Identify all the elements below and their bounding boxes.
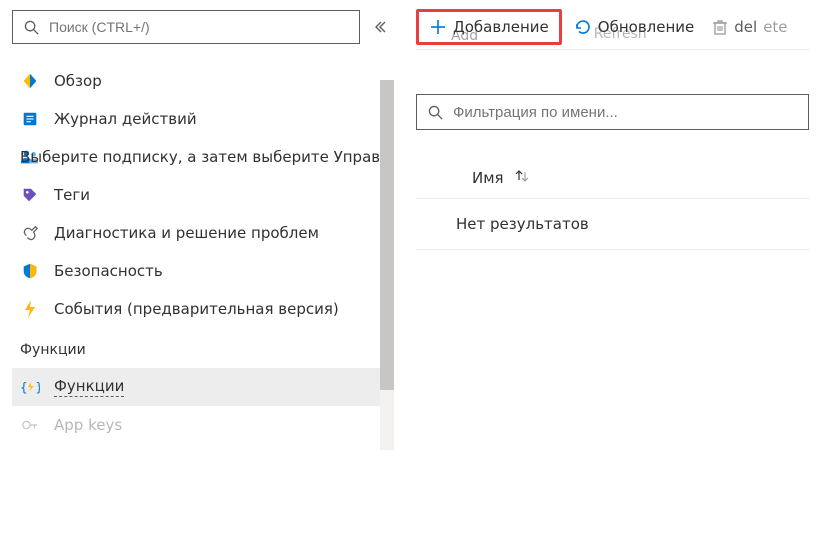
delete-ghost-left: del bbox=[734, 18, 757, 36]
events-icon bbox=[20, 299, 40, 319]
sidebar-item-events[interactable]: События (предварительная версия) bbox=[12, 290, 392, 328]
app-keys-icon bbox=[20, 415, 40, 435]
add-button[interactable]: Добавление Add bbox=[416, 9, 562, 45]
sidebar-item-overview[interactable]: Обзор bbox=[12, 62, 392, 100]
sidebar-item-app-keys[interactable]: App keys bbox=[12, 406, 392, 444]
sidebar-item-functions[interactable]: { } Функции bbox=[12, 368, 392, 406]
sidebar-search[interactable] bbox=[12, 10, 360, 44]
shield-icon bbox=[20, 261, 40, 281]
sidebar-item-iam[interactable]: Выберите подписку, а затем выберите Упра… bbox=[12, 138, 392, 176]
results-table-header: Имя bbox=[416, 158, 809, 199]
refresh-button[interactable]: Обновление Refresh bbox=[568, 14, 700, 40]
no-results-row: Нет результатов bbox=[416, 199, 809, 250]
sidebar-nav: Обзор Журнал действий Выберите подписку,… bbox=[12, 62, 392, 542]
search-icon bbox=[425, 102, 445, 122]
delete-ghost-right: ete bbox=[763, 18, 787, 36]
delete-button: delete bbox=[706, 14, 793, 40]
collapse-sidebar-button[interactable] bbox=[368, 15, 392, 39]
search-icon bbox=[21, 17, 41, 37]
refresh-button-label: Обновление bbox=[598, 18, 694, 36]
sidebar-item-label: Функции bbox=[54, 377, 124, 397]
column-name-header[interactable]: Имя bbox=[472, 168, 530, 188]
sidebar-item-label: Журнал действий bbox=[54, 110, 197, 128]
sidebar-item-label: Выберите подписку, а затем выберите Упра… bbox=[20, 148, 392, 166]
sidebar-item-label: Теги bbox=[54, 186, 90, 204]
sidebar-item-activity-log[interactable]: Журнал действий bbox=[12, 100, 392, 138]
add-button-label: Добавление bbox=[453, 18, 549, 36]
sidebar-item-diagnose[interactable]: Диагностика и решение проблем bbox=[12, 214, 392, 252]
tags-icon bbox=[20, 185, 40, 205]
sidebar-item-tags[interactable]: Теги bbox=[12, 176, 392, 214]
sidebar-item-label: Безопасность bbox=[54, 262, 163, 280]
sidebar: Обзор Журнал действий Выберите подписку,… bbox=[12, 10, 392, 542]
sort-icon bbox=[514, 168, 530, 188]
functions-icon: { } bbox=[20, 377, 40, 397]
sidebar-item-label: App keys bbox=[54, 416, 122, 434]
overview-icon bbox=[20, 71, 40, 91]
sidebar-item-label: Обзор bbox=[54, 72, 102, 90]
sidebar-item-label: Диагностика и решение проблем bbox=[54, 224, 319, 242]
sidebar-search-input[interactable] bbox=[49, 19, 351, 35]
filter-by-name[interactable] bbox=[416, 94, 809, 130]
column-name-label: Имя bbox=[472, 169, 504, 187]
toolbar: Добавление Add Обновление Refresh delete bbox=[416, 10, 809, 50]
diagnose-icon bbox=[20, 223, 40, 243]
filter-input[interactable] bbox=[453, 104, 800, 121]
sidebar-item-security[interactable]: Безопасность bbox=[12, 252, 392, 290]
activity-log-icon bbox=[20, 109, 40, 129]
sidebar-section-functions: Функции bbox=[12, 328, 392, 368]
sidebar-item-label: События (предварительная версия) bbox=[54, 300, 339, 318]
main-pane: Добавление Add Обновление Refresh delete… bbox=[392, 10, 809, 542]
svg-text:{ }: { } bbox=[20, 380, 40, 395]
